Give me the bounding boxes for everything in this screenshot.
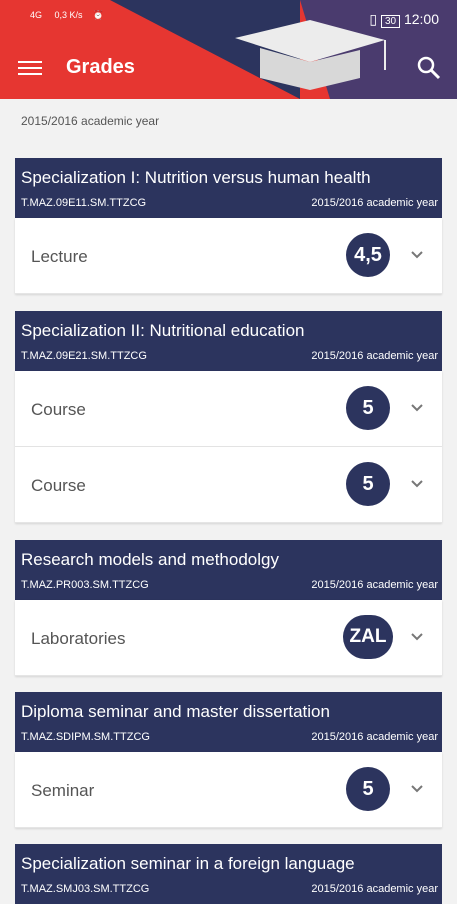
- class-type-label: Course: [31, 476, 86, 495]
- chevron-down-icon[interactable]: [411, 783, 423, 795]
- grade-badge: 5: [346, 386, 390, 430]
- grade-badge: ZAL: [343, 615, 393, 659]
- course-year: 2015/2016 academic year: [311, 579, 438, 591]
- status-left: 4G 0,3 K/s ⏰: [30, 10, 104, 20]
- search-icon[interactable]: [415, 54, 443, 82]
- course-code: T.MAZ.PR003.SM.TTZCG: [21, 579, 149, 591]
- course-title: Specialization seminar in a foreign lang…: [21, 854, 355, 873]
- course-year: 2015/2016 academic year: [311, 731, 438, 743]
- course-card: Research models and methodolgy T.MAZ.PR0…: [15, 540, 442, 676]
- vibrate-icon: ▯: [369, 11, 378, 27]
- course-code: T.MAZ.SMJ03.SM.TTZCG: [21, 883, 150, 895]
- course-card: Specialization I: Nutrition versus human…: [15, 158, 442, 294]
- course-title: Diploma seminar and master dissertation: [21, 702, 330, 721]
- class-type-label: Course: [31, 400, 86, 419]
- class-type-label: Lecture: [31, 247, 88, 266]
- course-header: Specialization II: Nutritional education…: [15, 311, 442, 371]
- class-type-label: Seminar: [31, 781, 95, 800]
- grade-badge: 5: [346, 462, 390, 506]
- grade-badge: 5: [346, 767, 390, 811]
- course-header: Specialization seminar in a foreign lang…: [15, 844, 442, 904]
- course-year: 2015/2016 academic year: [311, 350, 438, 362]
- course-year: 2015/2016 academic year: [311, 197, 438, 209]
- course-card: Diploma seminar and master dissertation …: [15, 692, 442, 828]
- course-code: T.MAZ.09E21.SM.TTZCG: [21, 350, 147, 362]
- grade-row[interactable]: Laboratories ZAL: [15, 600, 442, 676]
- course-title: Specialization II: Nutritional education: [21, 321, 305, 340]
- battery-icon: 30: [380, 15, 401, 28]
- app-bar: Grades: [0, 38, 457, 99]
- alarm-icon: ⏰: [92, 10, 104, 20]
- grade-badge: 4,5: [346, 233, 390, 277]
- grade-row[interactable]: Seminar 5: [15, 752, 442, 828]
- chevron-down-icon[interactable]: [411, 249, 423, 261]
- course-header: Specialization I: Nutrition versus human…: [15, 158, 442, 218]
- course-title: Research models and methodolgy: [21, 550, 279, 569]
- search-button[interactable]: [415, 54, 443, 82]
- app-header: 4G 0,3 K/s ⏰ ▯ 30 12:00 Grades: [0, 0, 457, 99]
- status-right: ▯ 30 12:00: [369, 11, 439, 28]
- network-speed: 0,3 K/s: [54, 10, 83, 20]
- chevron-down-icon[interactable]: [411, 631, 423, 643]
- course-code: T.MAZ.09E11.SM.TTZCG: [21, 197, 147, 209]
- menu-button[interactable]: [18, 58, 42, 78]
- grade-row[interactable]: Course 5: [15, 447, 442, 523]
- academic-year-caption: 2015/2016 academic year: [21, 114, 160, 128]
- grade-row[interactable]: Lecture 4,5: [15, 218, 442, 294]
- course-header: Research models and methodolgy T.MAZ.PR0…: [15, 540, 442, 600]
- grade-row[interactable]: Course 5: [15, 371, 442, 447]
- course-card: Specialization seminar in a foreign lang…: [15, 844, 442, 904]
- course-card: Specialization II: Nutritional education…: [15, 311, 442, 523]
- signal-icon: 4G: [30, 10, 43, 20]
- status-bar: 4G 0,3 K/s ⏰ ▯ 30 12:00: [0, 0, 457, 38]
- course-header: Diploma seminar and master dissertation …: [15, 692, 442, 752]
- page-title: Grades: [66, 56, 135, 78]
- course-year: 2015/2016 academic year: [311, 883, 438, 895]
- chevron-down-icon[interactable]: [411, 402, 423, 414]
- chevron-down-icon[interactable]: [411, 478, 423, 490]
- class-type-label: Laboratories: [31, 629, 126, 648]
- course-code: T.MAZ.SDIPM.SM.TTZCG: [21, 731, 150, 743]
- course-title: Specialization I: Nutrition versus human…: [21, 168, 371, 187]
- status-time: 12:00: [403, 11, 439, 27]
